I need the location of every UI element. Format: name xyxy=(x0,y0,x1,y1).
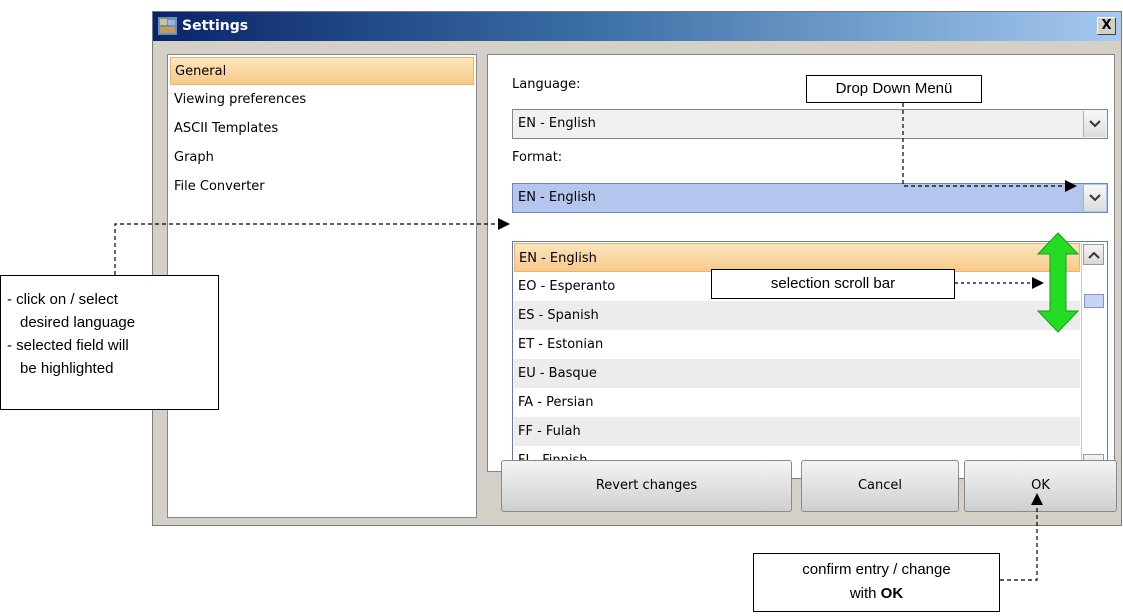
note-text: Drop Down Menü xyxy=(835,80,953,97)
note-confirm-ok: confirm entry / change with OK xyxy=(753,553,1000,612)
note-ok-emphasis: OK xyxy=(880,585,904,602)
note-text: selection scroll bar xyxy=(770,275,896,292)
note-line: with OK xyxy=(754,582,999,606)
note-line: - selected field will xyxy=(7,337,129,354)
note-drop-down-menu: Drop Down Menü xyxy=(806,75,982,103)
note-line: - click on / select xyxy=(7,291,118,308)
note-line: be highlighted xyxy=(20,360,114,377)
note-text: with xyxy=(849,585,877,602)
note-select-language: - click on / select desired language - s… xyxy=(0,275,219,410)
note-line: desired language xyxy=(20,314,136,331)
note-line: confirm entry / change xyxy=(802,561,951,578)
note-selection-scroll-bar: selection scroll bar xyxy=(711,269,955,299)
